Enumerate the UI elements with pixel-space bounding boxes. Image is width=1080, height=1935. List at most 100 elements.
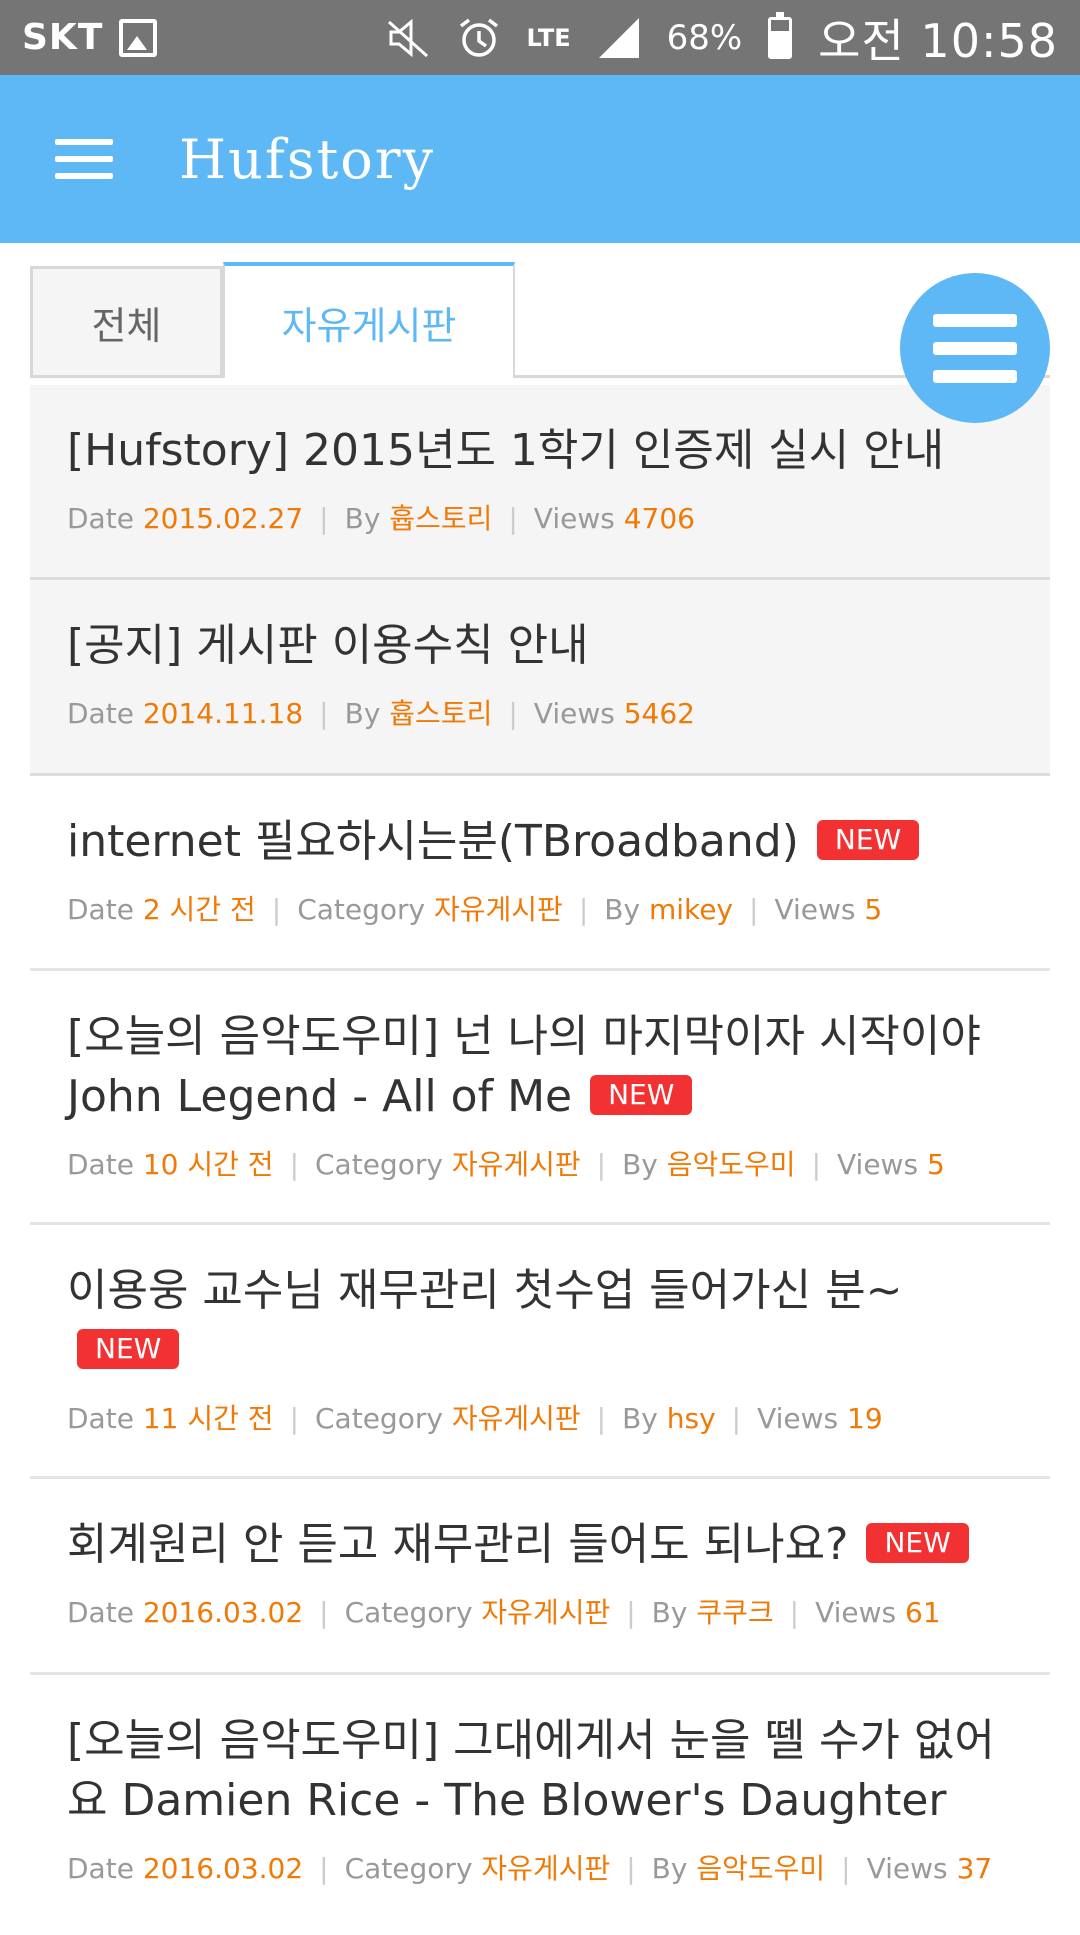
fab-menu-icon-bar (933, 341, 1017, 355)
board-tabs: 전체 자유게시판 (30, 262, 1050, 378)
mute-icon (387, 18, 428, 57)
by-label: By (604, 893, 641, 926)
post-meta: Date 2 시간 전 | Category 자유게시판 | By mikey | View… (67, 893, 883, 926)
category-label: Category (315, 1148, 443, 1181)
date-label: Date (67, 1148, 134, 1181)
post-author[interactable]: 쿠쿠크 (696, 1596, 773, 1629)
by-label: By (622, 1148, 658, 1181)
alarm-icon (459, 18, 498, 57)
post-title: [Hufstory] 2015년도 1학기 인증제 실시 안내 (67, 425, 945, 476)
date-label: Date (67, 1596, 134, 1629)
category-label: Category (344, 1852, 473, 1885)
post-author[interactable]: hsy (667, 1402, 716, 1435)
category-label: Category (344, 1596, 473, 1629)
post-date: 2014.11.18 (142, 697, 304, 730)
date-label: Date (67, 502, 134, 535)
post-category[interactable]: 자유게시판 (452, 1402, 581, 1435)
date-label: Date (67, 697, 134, 730)
status-bar: SKT LTE 68% 오전 10:58 (0, 0, 1080, 75)
clock: 오전 10:58 (818, 13, 1058, 68)
views-label: Views (757, 1402, 839, 1435)
floating-menu-button[interactable] (900, 273, 1050, 423)
post-meta: Date 11 시간 전 | Category 자유게시판 | By hsy | Views… (67, 1402, 883, 1435)
list-item[interactable]: [오늘의 음악도우미] 그대에게서 눈을 뗄 수가 없어요 Damien Ric… (30, 1675, 1050, 1935)
post-category[interactable]: 자유게시판 (481, 1596, 610, 1629)
by-label: By (344, 502, 381, 535)
category-label: Category (315, 1402, 443, 1435)
post-date: 2015.02.27 (142, 502, 304, 535)
post-views: 61 (905, 1596, 941, 1629)
post-date: 2016.03.02 (142, 1596, 304, 1629)
views-label: Views (866, 1852, 948, 1885)
new-badge: NEW (866, 1523, 969, 1563)
post-title-text: [오늘의 음악도우미] 넌 나의 마지막이자 시작이야 John Legend … (67, 1011, 981, 1122)
network-type: LTE (526, 23, 571, 52)
date-label: Date (67, 1402, 134, 1435)
post-views: 19 (847, 1402, 883, 1435)
post-author[interactable]: 음악도우미 (696, 1852, 825, 1885)
views-label: Views (815, 1596, 897, 1629)
post-author[interactable]: mikey (649, 893, 733, 926)
notice-post[interactable]: [공지] 게시판 이용수칙 안내 Date 2014.11.18 | By 흅스토리… (30, 580, 1050, 776)
battery-icon (768, 11, 793, 59)
post-views: 5 (926, 1148, 945, 1181)
tab-free-board[interactable]: 자유게시판 (223, 262, 515, 378)
post-category[interactable]: 자유게시판 (434, 893, 563, 926)
post-author[interactable]: 흅스토리 (389, 697, 492, 730)
post-views: 37 (956, 1852, 993, 1885)
post-title: [공지] 게시판 이용수칙 안내 (67, 620, 589, 671)
app-title: Hufstory (179, 127, 436, 191)
menu-icon[interactable] (55, 139, 113, 179)
by-label: By (651, 1596, 688, 1629)
post-author[interactable]: 음악도우미 (667, 1148, 796, 1181)
new-badge: NEW (590, 1075, 693, 1115)
views-label: Views (774, 893, 856, 926)
post-date: 2 시간 전 (142, 893, 256, 926)
post-title: [오늘의 음악도우미] 그대에게서 눈을 뗄 수가 없어요 Damien Ric… (67, 1715, 995, 1826)
fab-menu-icon-bar (933, 369, 1017, 383)
carrier-label: SKT (22, 17, 104, 58)
battery-percent: 68% (666, 17, 743, 58)
post-views: 5462 (623, 697, 695, 730)
post-title: [오늘의 음악도우미] 넌 나의 마지막이자 시작이야 John Legend … (67, 1007, 1050, 1127)
post-meta: Date 2016.03.02 | Category 자유게시판 | By 쿠쿠크 | Vi… (67, 1596, 941, 1629)
post-views: 5 (864, 893, 883, 926)
post-meta: Date 2015.02.27 | By 흅스토리 | Views 4706 (67, 502, 695, 535)
post-date: 11 시간 전 (142, 1402, 274, 1435)
new-badge: NEW (816, 820, 920, 860)
post-list: [Hufstory] 2015년도 1학기 인증제 실시 안내 Date 201… (30, 385, 1050, 1935)
by-label: By (622, 1402, 658, 1435)
post-title: 회계원리 안 듣고 재무관리 들어도 되나요? NEW (67, 1515, 1050, 1575)
post-title: 이용웅 교수님 재무관리 첫수업 들어가신 분~ NEW (67, 1261, 1050, 1381)
status-indicators: LTE 68% 오전 10:58 (387, 5, 1059, 71)
post-title-text: 이용웅 교수님 재무관리 첫수업 들어가신 분~ (67, 1265, 903, 1316)
post-author[interactable]: 흅스토리 (389, 502, 492, 535)
post-date: 2016.03.02 (142, 1852, 304, 1885)
date-label: Date (67, 893, 134, 926)
post-title-text: internet 필요하시는분(TBroadband) (67, 816, 799, 867)
app-bar: Hufstory (0, 75, 1080, 243)
by-label: By (344, 697, 381, 730)
new-badge: NEW (77, 1329, 180, 1369)
post-category[interactable]: 자유게시판 (452, 1148, 581, 1181)
post-category[interactable]: 자유게시판 (481, 1852, 610, 1885)
by-label: By (651, 1852, 688, 1885)
fab-menu-icon-bar (933, 313, 1017, 327)
list-item[interactable]: 이용웅 교수님 재무관리 첫수업 들어가신 분~ NEW Date 11 시간 전… (30, 1225, 1050, 1479)
views-label: Views (533, 697, 615, 730)
list-item[interactable]: 회계원리 안 듣고 재무관리 들어도 되나요? NEW Date 2016.03.… (30, 1479, 1050, 1675)
date-label: Date (67, 1852, 134, 1885)
list-item[interactable]: internet 필요하시는분(TBroadband) NEW Date 2 시간… (30, 776, 1050, 971)
post-meta: Date 2016.03.02 | Category 자유게시판 | By 음악도우미 |… (67, 1852, 993, 1885)
post-date: 10 시간 전 (142, 1148, 274, 1181)
views-label: Views (533, 502, 615, 535)
category-label: Category (297, 893, 426, 926)
tab-all[interactable]: 전체 (30, 266, 223, 378)
post-meta: Date 10 시간 전 | Category 자유게시판 | By 음악도우미 | Vie… (67, 1148, 945, 1181)
post-title-text: 회계원리 안 듣고 재무관리 들어도 되나요? (67, 1519, 849, 1570)
notice-post[interactable]: [Hufstory] 2015년도 1학기 인증제 실시 안내 Date 201… (30, 385, 1050, 580)
post-meta: Date 2014.11.18 | By 흅스토리 | Views 5462 (67, 697, 695, 730)
signal-icon (598, 17, 639, 58)
views-label: Views (837, 1148, 919, 1181)
list-item[interactable]: [오늘의 음악도우미] 넌 나의 마지막이자 시작이야 John Legend … (30, 971, 1050, 1225)
